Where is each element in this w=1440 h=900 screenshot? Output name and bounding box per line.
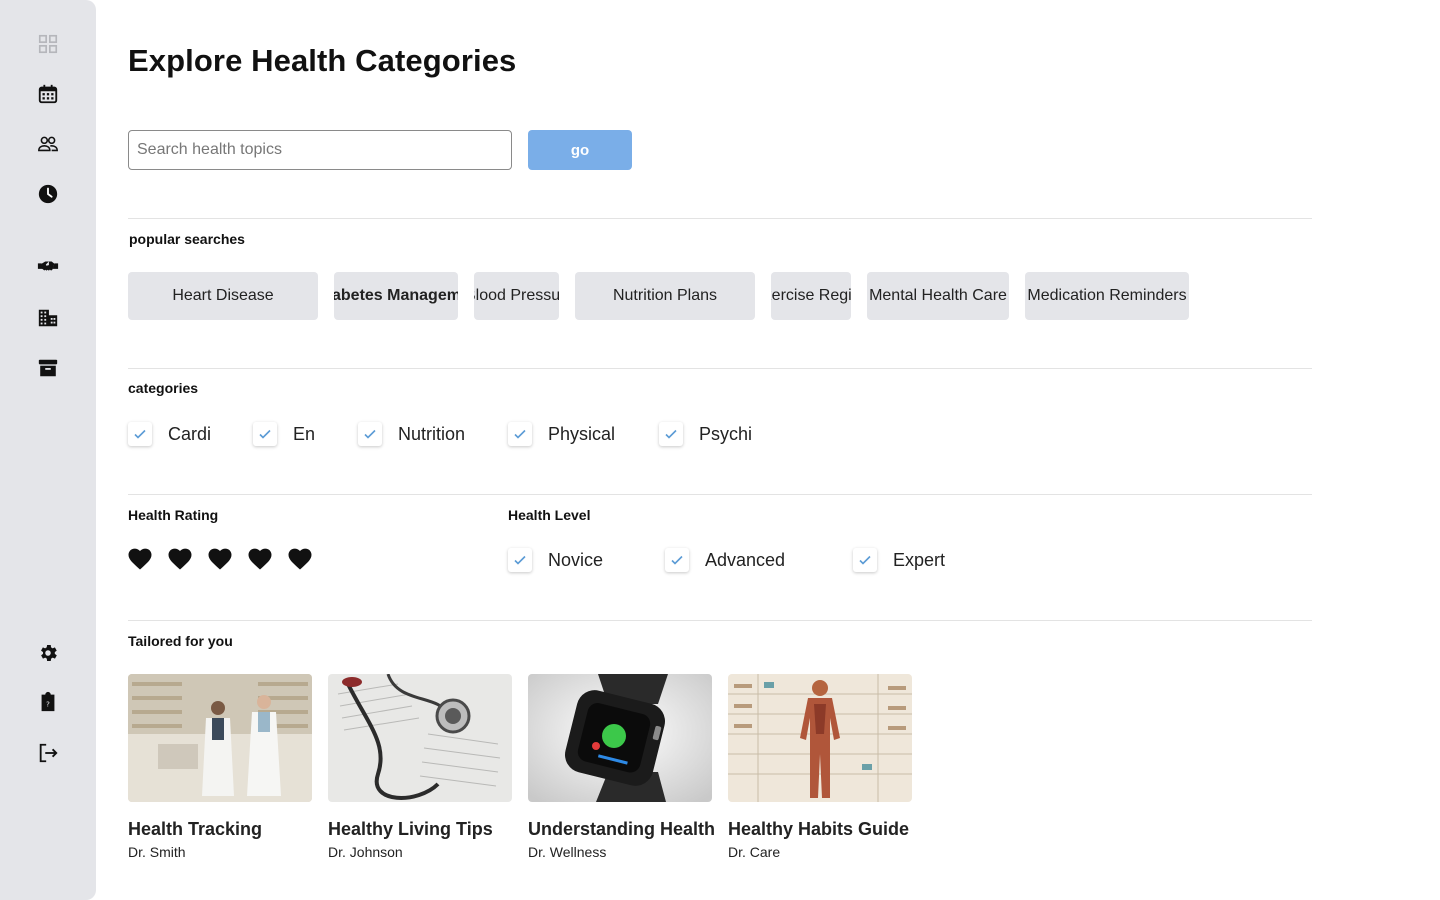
- go-button[interactable]: go: [528, 130, 632, 170]
- chip-label: Blood Pressure: [474, 287, 559, 304]
- category-checkbox-physical[interactable]: Physical: [508, 422, 615, 446]
- chip-medication-reminders[interactable]: Medication Reminders: [1025, 272, 1189, 320]
- card-author: Dr. Johnson: [328, 844, 403, 860]
- check-icon: [514, 555, 526, 565]
- checkbox[interactable]: [128, 422, 152, 446]
- checkbox[interactable]: [665, 548, 689, 572]
- card-author: Dr. Smith: [128, 844, 186, 860]
- card-author: Dr. Wellness: [528, 844, 607, 860]
- heart-icon[interactable]: [128, 548, 152, 572]
- content-card[interactable]: Understanding Health Dr. Wellness: [528, 674, 716, 860]
- checkbox[interactable]: [508, 548, 532, 572]
- search-input[interactable]: [128, 130, 512, 170]
- checkbox-label: Physical: [548, 423, 616, 444]
- chip-blood-pressure[interactable]: Blood Pressure: [474, 272, 559, 320]
- help-clipboard-icon[interactable]: ?: [36, 690, 60, 714]
- users-icon[interactable]: [36, 132, 60, 156]
- category-checkbox-psychi[interactable]: Psychi: [659, 422, 752, 446]
- checkbox[interactable]: [358, 422, 382, 446]
- chip-nutrition-plans[interactable]: Nutrition Plans: [575, 272, 755, 320]
- gear-icon[interactable]: [36, 641, 60, 665]
- chip-diabetes-management[interactable]: Diabetes Management: [334, 272, 458, 320]
- category-checkbox-en[interactable]: En: [253, 422, 315, 446]
- checkbox-label: Cardi: [168, 423, 212, 444]
- divider: [128, 494, 1312, 495]
- content-card[interactable]: Healthy Habits Guide Dr. Care: [728, 674, 912, 860]
- handshake-icon[interactable]: [36, 255, 60, 279]
- divider: [128, 368, 1312, 369]
- level-checkbox-novice[interactable]: Novice: [508, 548, 603, 572]
- check-icon: [665, 429, 677, 439]
- card-title: Healthy Habits Guide: [728, 819, 910, 839]
- checkbox-label: Nutrition: [398, 423, 466, 444]
- checkbox[interactable]: [253, 422, 277, 446]
- chip-mental-health-care[interactable]: Mental Health Care: [867, 272, 1009, 320]
- category-checkbox-nutrition[interactable]: Nutrition: [358, 422, 465, 446]
- grid-icon[interactable]: [36, 32, 60, 56]
- chip-label: Heart Disease: [172, 287, 274, 304]
- card-image: [528, 674, 712, 802]
- checkbox-label: Expert: [893, 549, 946, 570]
- check-icon: [859, 555, 871, 565]
- check-icon: [134, 429, 146, 439]
- divider: [128, 620, 1312, 621]
- card-image: [128, 674, 312, 802]
- chip-label: Nutrition Plans: [612, 287, 718, 304]
- heart-icon[interactable]: [168, 548, 192, 572]
- divider: [128, 218, 1312, 219]
- heart-icon[interactable]: [248, 548, 272, 572]
- clock-icon[interactable]: [36, 182, 60, 206]
- check-icon: [364, 429, 376, 439]
- card-author: Dr. Care: [728, 844, 781, 860]
- card-title: Healthy Living Tips: [328, 819, 493, 839]
- chip-label: Medication Reminders: [1027, 287, 1187, 304]
- checkbox[interactable]: [853, 548, 877, 572]
- check-icon: [259, 429, 271, 439]
- chip-exercise-regimen[interactable]: Exercise Regimen: [771, 272, 851, 320]
- chip-heart-disease[interactable]: Heart Disease: [128, 272, 318, 320]
- categories-label: categories: [128, 380, 199, 396]
- check-icon: [671, 555, 683, 565]
- card-image: [728, 674, 912, 802]
- card-title: Understanding Health: [528, 819, 716, 839]
- level-checkbox-expert[interactable]: Expert: [853, 548, 945, 572]
- building-icon[interactable]: [36, 306, 60, 330]
- tailored-label: Tailored for you: [128, 633, 233, 649]
- card-title: Health Tracking: [128, 819, 263, 839]
- content-card[interactable]: Healthy Living Tips Dr. Johnson: [328, 674, 512, 860]
- main-content: Explore Health Categories go popular sea…: [128, 0, 1312, 900]
- logout-icon[interactable]: [36, 741, 60, 765]
- archive-icon[interactable]: [36, 356, 60, 380]
- sidebar: ?: [0, 0, 96, 900]
- check-icon: [514, 429, 526, 439]
- card-image: [328, 674, 512, 802]
- chip-label: Diabetes Management: [334, 287, 458, 304]
- heart-icon[interactable]: [288, 548, 312, 572]
- svg-text:?: ?: [46, 700, 50, 709]
- popular-searches-label: popular searches: [129, 231, 245, 247]
- checkbox-label: Psychi: [699, 423, 753, 444]
- checkbox-label: En: [293, 423, 316, 444]
- health-rating-label: Health Rating: [128, 507, 219, 523]
- page-title: Explore Health Categories: [128, 43, 517, 78]
- health-level-label: Health Level: [508, 507, 591, 523]
- chip-label: Exercise Regimen: [771, 287, 851, 304]
- content-card[interactable]: Health Tracking Dr. Smith: [128, 674, 312, 860]
- checkbox[interactable]: [659, 422, 683, 446]
- level-checkbox-advanced[interactable]: Advanced: [665, 548, 785, 572]
- heart-icon[interactable]: [208, 548, 232, 572]
- calendar-icon[interactable]: [36, 82, 60, 106]
- chip-label: Mental Health Care: [869, 287, 1007, 304]
- checkbox-label: Novice: [548, 549, 604, 570]
- checkbox-label: Advanced: [705, 549, 786, 570]
- health-rating-hearts: [128, 548, 328, 572]
- category-checkbox-cardi[interactable]: Cardi: [128, 422, 211, 446]
- checkbox[interactable]: [508, 422, 532, 446]
